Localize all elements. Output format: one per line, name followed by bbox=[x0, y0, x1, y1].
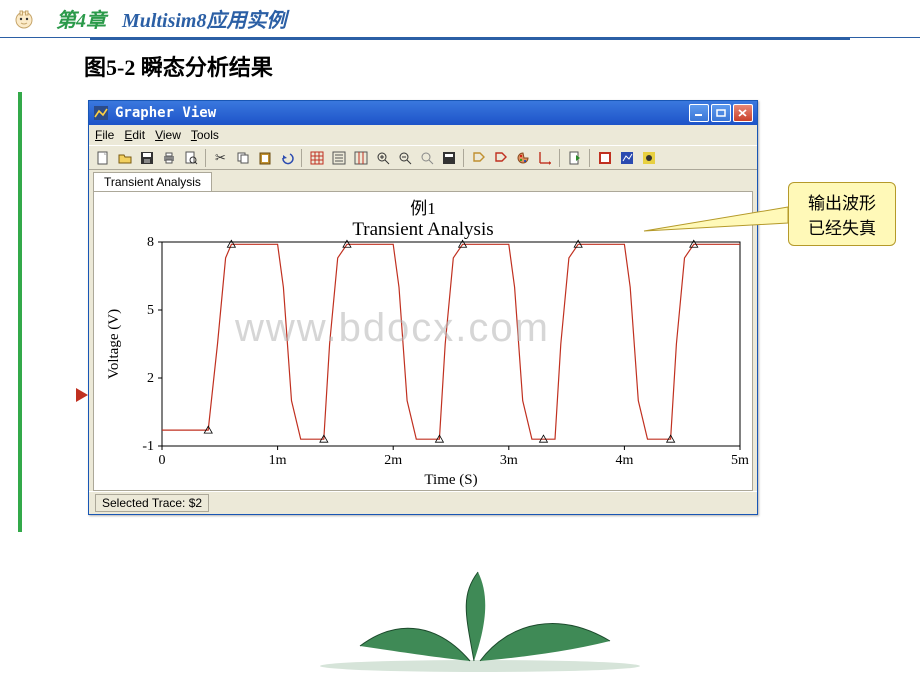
figure-caption: 图5-2 瞬态分析结果 bbox=[84, 50, 920, 82]
minimize-button[interactable] bbox=[689, 104, 709, 122]
svg-text:Voltage (V): Voltage (V) bbox=[106, 309, 122, 379]
svg-text:5: 5 bbox=[147, 303, 154, 318]
zoom-in-icon[interactable] bbox=[373, 148, 392, 167]
menu-bar: File Edit View Tools bbox=[89, 125, 757, 145]
preview-icon[interactable] bbox=[181, 148, 200, 167]
tool-a-icon[interactable] bbox=[595, 148, 614, 167]
svg-text:2m: 2m bbox=[384, 453, 402, 468]
close-button[interactable] bbox=[733, 104, 753, 122]
menu-file[interactable]: File bbox=[95, 128, 114, 142]
callout-box: 输出波形 已经失真 bbox=[788, 182, 896, 246]
svg-text:1m: 1m bbox=[269, 453, 287, 468]
grid-red-icon[interactable] bbox=[307, 148, 326, 167]
titlebar[interactable]: Grapher View bbox=[89, 101, 757, 125]
toolbar: ✂ bbox=[89, 145, 757, 170]
grapher-view-window: Grapher View File Edit View Tools ✂ bbox=[88, 100, 758, 515]
tool-b-icon[interactable] bbox=[617, 148, 636, 167]
tab-transient[interactable]: Transient Analysis bbox=[93, 172, 212, 191]
new-icon[interactable] bbox=[93, 148, 112, 167]
side-accent-bar bbox=[18, 92, 22, 532]
svg-text:5m: 5m bbox=[731, 453, 749, 468]
chapter-number: 第4章 bbox=[56, 10, 106, 32]
menu-edit[interactable]: Edit bbox=[124, 128, 145, 142]
chapter-title: 第4章 Multisim8应用实例 bbox=[56, 4, 286, 33]
save-icon[interactable] bbox=[137, 148, 156, 167]
open-icon[interactable] bbox=[115, 148, 134, 167]
tool-c-icon[interactable] bbox=[639, 148, 658, 167]
slide-header: 第4章 Multisim8应用实例 bbox=[0, 0, 920, 38]
zoom-out-icon[interactable] bbox=[395, 148, 414, 167]
paste-icon[interactable] bbox=[255, 148, 274, 167]
app-icon bbox=[93, 105, 109, 121]
svg-text:2: 2 bbox=[147, 371, 154, 386]
svg-text:Time (S): Time (S) bbox=[424, 472, 477, 488]
chapter-subject: Multisim8应用实例 bbox=[122, 10, 286, 32]
mascot-icon bbox=[10, 9, 38, 29]
svg-text:-1: -1 bbox=[142, 439, 154, 454]
status-text: Selected Trace: $2 bbox=[95, 494, 209, 512]
menu-view[interactable]: View bbox=[155, 128, 181, 142]
svg-text:8: 8 bbox=[147, 236, 154, 250]
window-title: Grapher View bbox=[115, 105, 689, 121]
export-icon[interactable] bbox=[565, 148, 584, 167]
color-icon[interactable] bbox=[513, 148, 532, 167]
callout-line2: 已经失真 bbox=[793, 214, 891, 239]
callout-line1: 输出波形 bbox=[793, 189, 891, 214]
svg-text:3m: 3m bbox=[500, 453, 518, 468]
cut-icon[interactable]: ✂ bbox=[211, 148, 230, 167]
print-icon[interactable] bbox=[159, 148, 178, 167]
header-underline bbox=[90, 38, 850, 40]
callout-tail bbox=[640, 189, 790, 239]
chart-svg: -1 2 5 8 0 1m 2m 3m 4m 5m Time (S) Voltage (V) bbox=[104, 236, 752, 488]
zoom-fit-icon[interactable] bbox=[417, 148, 436, 167]
tab-bar: Transient Analysis bbox=[89, 170, 757, 191]
tag1-icon[interactable] bbox=[469, 148, 488, 167]
status-bar: Selected Trace: $2 bbox=[89, 491, 757, 514]
save-chart-icon[interactable] bbox=[439, 148, 458, 167]
axes-icon[interactable] bbox=[535, 148, 554, 167]
trace-marker-icon bbox=[76, 388, 90, 402]
maximize-button[interactable] bbox=[711, 104, 731, 122]
cursor-vert-icon[interactable] bbox=[351, 148, 370, 167]
undo-icon[interactable] bbox=[277, 148, 296, 167]
tag2-icon[interactable] bbox=[491, 148, 510, 167]
svg-text:0: 0 bbox=[159, 453, 166, 468]
copy-icon[interactable] bbox=[233, 148, 252, 167]
legend-icon[interactable] bbox=[329, 148, 348, 167]
menu-tools[interactable]: Tools bbox=[191, 128, 219, 142]
leaf-decoration-icon bbox=[290, 566, 670, 676]
svg-text:4m: 4m bbox=[615, 453, 633, 468]
